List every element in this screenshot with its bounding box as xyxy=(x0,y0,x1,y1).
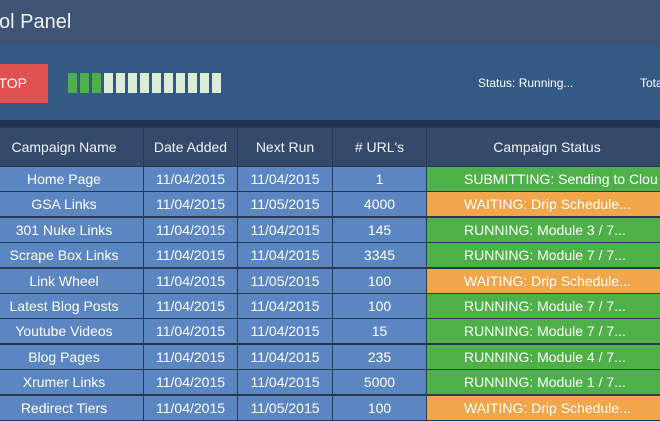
cell-next-run: 11/05/2015 xyxy=(238,268,332,293)
cell-urls: 100 xyxy=(333,395,426,420)
column-header-urls[interactable]: # URL's xyxy=(333,128,426,166)
cell-date-added: 11/04/2015 xyxy=(144,294,237,318)
cell-campaign-status: RUNNING: Module 4 / 7... xyxy=(427,344,660,369)
cell-campaign-status: RUNNING: Module 3 / 7... xyxy=(427,217,660,242)
cell-next-run: 11/04/2015 xyxy=(238,167,332,191)
campaign-table: Campaign Name Date Added Next Run # URL'… xyxy=(0,127,660,421)
progress-segment xyxy=(68,73,77,93)
table-row[interactable]: Link Wheel 11/04/2015 11/05/2015 100 WAITING… xyxy=(0,268,660,293)
cell-next-run: 11/04/2015 xyxy=(238,319,332,344)
cell-campaign-status: RUNNING: Module 7 / 7... xyxy=(427,243,660,268)
cell-date-added: 11/04/2015 xyxy=(144,344,237,369)
cell-campaign-name: Redirect Tiers xyxy=(0,395,143,420)
cell-date-added: 11/04/2015 xyxy=(144,243,237,268)
progress-bar xyxy=(68,73,221,93)
table-row[interactable]: GSA Links 11/04/2015 11/05/2015 4000 WAITING… xyxy=(0,192,660,217)
toolbar-divider xyxy=(0,120,660,127)
cell-urls: 15 xyxy=(333,319,426,344)
cell-date-added: 11/04/2015 xyxy=(144,395,237,420)
progress-segment xyxy=(188,73,197,93)
cell-campaign-name: Youtube Videos xyxy=(0,319,143,344)
control-panel-window: ol Panel TOP Status: Running... Tota Cam… xyxy=(0,0,660,421)
cell-urls: 5000 xyxy=(333,370,426,395)
title-bar: ol Panel xyxy=(0,0,660,44)
table-row[interactable]: 301 Nuke Links 11/04/2015 11/04/2015 145 RUN… xyxy=(0,217,660,242)
column-header-campaign-status[interactable]: Campaign Status xyxy=(427,128,660,166)
column-header-date-added[interactable]: Date Added xyxy=(144,128,237,166)
cell-urls: 235 xyxy=(333,344,426,369)
cell-date-added: 11/04/2015 xyxy=(144,370,237,395)
cell-campaign-name: GSA Links xyxy=(0,192,143,217)
progress-segment xyxy=(152,73,161,93)
cell-campaign-name: Scrape Box Links xyxy=(0,243,143,268)
cell-date-added: 11/04/2015 xyxy=(144,217,237,242)
table-row[interactable]: Redirect Tiers 11/04/2015 11/05/2015 100 WAI… xyxy=(0,395,660,420)
cell-campaign-name: Blog Pages xyxy=(0,344,143,369)
table-row[interactable]: Scrape Box Links 11/04/2015 11/04/2015 3345… xyxy=(0,243,660,268)
progress-segment xyxy=(176,73,185,93)
cell-next-run: 11/04/2015 xyxy=(238,344,332,369)
cell-campaign-name: Link Wheel xyxy=(0,268,143,293)
table-header-row: Campaign Name Date Added Next Run # URL'… xyxy=(0,128,660,166)
window-title: ol Panel xyxy=(0,11,72,33)
cell-next-run: 11/04/2015 xyxy=(238,217,332,242)
cell-campaign-status: WAITING: Drip Schedule... xyxy=(427,192,660,217)
cell-urls: 100 xyxy=(333,268,426,293)
column-header-next-run[interactable]: Next Run xyxy=(238,128,332,166)
cell-urls: 100 xyxy=(333,294,426,318)
cell-urls: 4000 xyxy=(333,192,426,217)
cell-urls: 3345 xyxy=(333,243,426,268)
cell-next-run: 11/05/2015 xyxy=(238,395,332,420)
cell-campaign-status: SUBMITTING: Sending to Clou xyxy=(427,167,660,191)
cell-date-added: 11/04/2015 xyxy=(144,167,237,191)
cell-urls: 1 xyxy=(333,167,426,191)
progress-segment xyxy=(212,73,221,93)
cell-campaign-name: Latest Blog Posts xyxy=(0,294,143,318)
cell-campaign-name: Xrumer Links xyxy=(0,370,143,395)
status-label: Status: Running... xyxy=(478,76,574,90)
cell-date-added: 11/04/2015 xyxy=(144,319,237,344)
progress-segment xyxy=(200,73,209,93)
cell-campaign-status: RUNNING: Module 7 / 7... xyxy=(427,294,660,318)
table-row[interactable]: Home Page 11/04/2015 11/04/2015 1 SUBMITTING… xyxy=(0,167,660,191)
cell-next-run: 11/04/2015 xyxy=(238,243,332,268)
total-label: Tota xyxy=(640,76,660,90)
table-row[interactable]: Youtube Videos 11/04/2015 11/04/2015 15 RUNN… xyxy=(0,319,660,344)
column-header-campaign-name[interactable]: Campaign Name xyxy=(0,128,143,166)
cell-urls: 145 xyxy=(333,217,426,242)
progress-segment xyxy=(104,73,113,93)
stop-button[interactable]: TOP xyxy=(0,64,48,103)
cell-next-run: 11/05/2015 xyxy=(238,192,332,217)
cell-next-run: 11/04/2015 xyxy=(238,370,332,395)
table-row[interactable]: Latest Blog Posts 11/04/2015 11/04/2015 100… xyxy=(0,294,660,318)
progress-segment xyxy=(140,73,149,93)
cell-campaign-status: WAITING: Drip Schedule... xyxy=(427,395,660,420)
cell-campaign-status: WAITING: Drip Schedule... xyxy=(427,268,660,293)
cell-campaign-status: RUNNING: Module 7 / 7... xyxy=(427,319,660,344)
cell-next-run: 11/04/2015 xyxy=(238,294,332,318)
progress-segment xyxy=(128,73,137,93)
progress-segment xyxy=(164,73,173,93)
cell-date-added: 11/04/2015 xyxy=(144,192,237,217)
cell-date-added: 11/04/2015 xyxy=(144,268,237,293)
cell-campaign-status: RUNNING: Module 1 / 7... xyxy=(427,370,660,395)
toolbar: TOP Status: Running... Tota xyxy=(0,44,660,120)
table-row[interactable]: Blog Pages 11/04/2015 11/04/2015 235 RUNNING… xyxy=(0,344,660,369)
cell-campaign-name: Home Page xyxy=(0,167,143,191)
cell-campaign-name: 301 Nuke Links xyxy=(0,217,143,242)
table-row[interactable]: Xrumer Links 11/04/2015 11/04/2015 5000 RUNN… xyxy=(0,370,660,395)
progress-segment xyxy=(116,73,125,93)
progress-segment xyxy=(80,73,89,93)
progress-segment xyxy=(92,73,101,93)
